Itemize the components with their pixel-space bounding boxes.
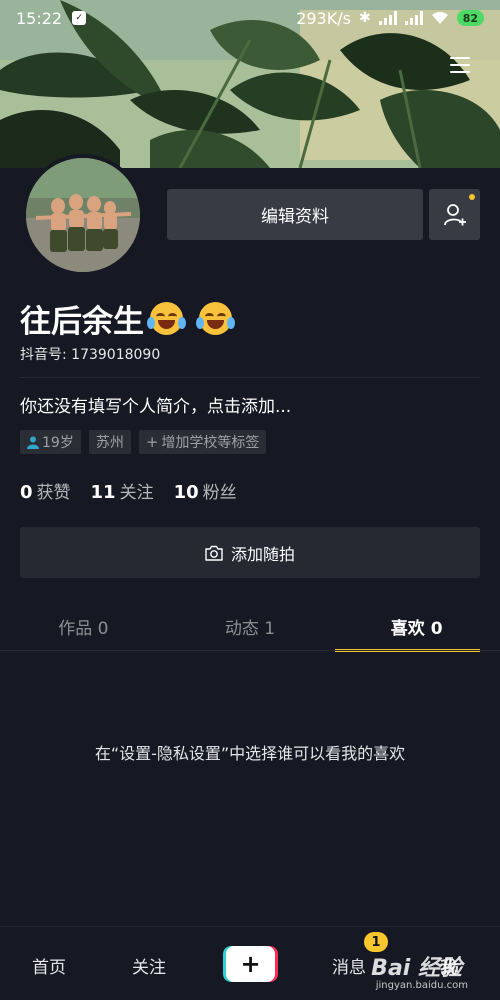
battery-icon: 82: [456, 10, 484, 26]
status-bar: 15:22 ✓ 293K/s ✱ 82: [0, 0, 500, 36]
divider: [20, 377, 480, 378]
plus-icon: +: [145, 433, 159, 451]
nav-home[interactable]: 首页: [32, 953, 66, 978]
age-tag[interactable]: 19岁: [20, 430, 81, 454]
signal-icon-2: [404, 11, 423, 25]
add-school-tag-label: 增加学校等标签: [161, 435, 260, 451]
stat-likes[interactable]: 0 获赞: [20, 478, 71, 503]
nickname: 往后余生: [20, 296, 235, 341]
bio[interactable]: 你还没有填写个人简介，点击添加...: [20, 392, 291, 417]
avatar-image: [26, 158, 140, 272]
stat-following-label: 关注: [119, 483, 154, 503]
nav-messages[interactable]: 消息: [332, 953, 366, 978]
add-snap-label: 添加随拍: [230, 544, 295, 564]
notification-dot: [469, 194, 475, 200]
tab-likes[interactable]: 喜欢 0: [333, 604, 500, 652]
tab-works[interactable]: 作品 0: [0, 604, 167, 650]
city-tag-label: 苏州: [95, 435, 124, 451]
douyin-id[interactable]: 抖音号: 1739018090: [20, 344, 160, 364]
status-time: 15:22: [16, 8, 63, 28]
stat-likes-count: 0: [20, 482, 33, 503]
camera-icon: [205, 545, 223, 561]
empty-likes-message: 在“设置-隐私设置”中选择谁可以看我的喜欢: [94, 744, 406, 763]
add-school-tag[interactable]: + 增加学校等标签: [138, 430, 267, 454]
edit-profile-button[interactable]: 编辑资料: [167, 189, 423, 240]
avatar[interactable]: [22, 154, 144, 276]
person-icon: [27, 436, 39, 449]
wifi-icon: [431, 11, 448, 24]
add-snap-button[interactable]: 添加随拍: [20, 527, 480, 578]
bluetooth-icon: ✱: [358, 10, 371, 26]
profile-stats: 0 获赞 11 关注 10 粉丝: [20, 478, 237, 503]
city-tag[interactable]: 苏州: [88, 430, 131, 454]
stat-following[interactable]: 11 关注: [91, 478, 154, 503]
tab-moments[interactable]: 动态 1: [167, 604, 334, 650]
nav-follow[interactable]: 关注: [132, 953, 166, 978]
plus-icon: +: [226, 946, 275, 982]
create-button[interactable]: +: [223, 946, 278, 982]
messages-badge: 1: [364, 932, 388, 952]
stat-followers-count: 10: [173, 482, 199, 503]
tabs-divider: [0, 650, 500, 651]
stat-followers-label: 粉丝: [202, 483, 237, 503]
nickname-text: 往后余生: [20, 304, 144, 340]
menu-icon[interactable]: [450, 57, 470, 73]
add-friend-button[interactable]: [429, 189, 480, 240]
tears-of-joy-emoji-icon-2: [196, 302, 235, 335]
stat-likes-label: 获赞: [36, 483, 71, 503]
profile-tabs: 作品 0 动态 1 喜欢 0: [0, 604, 500, 652]
signal-icon: [378, 11, 397, 25]
network-speed: 293K/s: [296, 8, 351, 28]
age-tag-label: 19岁: [42, 435, 74, 451]
shield-icon: ✓: [72, 11, 87, 25]
stat-followers[interactable]: 10 粉丝: [174, 478, 237, 503]
baidu-watermark-logo: Bai 经验: [371, 956, 462, 981]
tears-of-joy-emoji-icon: [147, 302, 186, 335]
baidu-watermark-url: jingyan.baidu.com: [375, 980, 468, 991]
add-friend-icon: [443, 203, 466, 225]
profile-tags: 19岁 苏州 + 增加学校等标签: [20, 430, 267, 454]
stat-following-count: 11: [90, 482, 116, 503]
